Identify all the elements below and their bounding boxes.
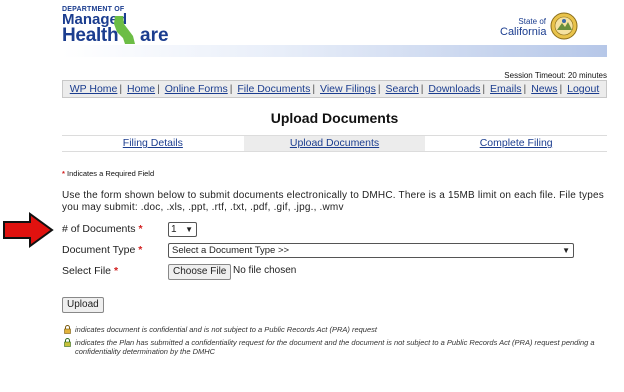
nav-search[interactable]: Search: [385, 83, 418, 95]
arrow-right-icon: [3, 212, 54, 248]
document-type-value: Select a Document Type >>: [172, 245, 290, 256]
legend-pending-text: indicates the Plan has submitted a confi…: [75, 338, 595, 356]
nav-downloads[interactable]: Downloads: [428, 83, 480, 95]
required-field-note: * Indicates a Required Field: [62, 169, 154, 178]
lock-gold-icon: [64, 325, 71, 334]
logo-are-text: are: [140, 25, 169, 46]
top-nav: WP Home | Home | Online Forms | File Docume…: [62, 80, 607, 98]
chevron-down-icon: ▼: [562, 246, 570, 255]
california-text: California: [500, 26, 547, 38]
num-documents-label-row: # of Documents *: [62, 223, 143, 235]
select-file-label-row: Select File *: [62, 265, 118, 277]
choose-file-button[interactable]: Choose File: [168, 264, 232, 280]
required-star: *: [113, 265, 119, 277]
nav-view-filings[interactable]: View Filings: [320, 83, 376, 95]
nav-emails[interactable]: Emails: [490, 83, 522, 95]
select-file-label: Select File: [62, 265, 112, 277]
state-of-text: State of: [518, 17, 546, 26]
header-gradient-bar: [62, 45, 607, 57]
step-tabs: Filing Details Upload Documents Complete…: [62, 135, 607, 152]
document-type-label: Document Type: [62, 244, 136, 256]
num-documents-value: 1: [171, 224, 177, 235]
logo-health-text: Health: [62, 25, 119, 46]
state-seal-icon: [550, 12, 578, 40]
tab-filing-details-link[interactable]: Filing Details: [123, 137, 183, 149]
session-timeout: Session Timeout: 20 minutes: [504, 71, 607, 80]
lock-green-icon: [64, 338, 71, 347]
logo-c-map-icon: [114, 16, 135, 44]
nav-logout[interactable]: Logout: [567, 83, 599, 95]
page-title: Upload Documents: [270, 110, 399, 126]
tab-upload-documents: Upload Documents: [243, 136, 426, 151]
tab-upload-documents-link[interactable]: Upload Documents: [290, 137, 379, 149]
tab-filing-details: Filing Details: [62, 136, 244, 151]
nav-news[interactable]: News: [531, 83, 557, 95]
document-type-label-row: Document Type *: [62, 244, 142, 256]
num-documents-label: # of Documents: [62, 223, 136, 235]
required-star: *: [138, 244, 143, 256]
nav-file-documents[interactable]: File Documents: [237, 83, 310, 95]
required-star: *: [62, 169, 65, 178]
required-star: *: [138, 223, 143, 235]
nav-home[interactable]: Home: [127, 83, 155, 95]
tab-complete-filing-link[interactable]: Complete Filing: [480, 137, 553, 149]
required-note-text: Indicates a Required Field: [67, 169, 155, 178]
nav-wp-home[interactable]: WP Home: [70, 83, 118, 95]
document-type-select[interactable]: Select a Document Type >> ▼: [168, 243, 574, 258]
instructions-text: Use the form shown below to submit docum…: [62, 190, 604, 213]
file-status-text: No file chosen: [233, 265, 297, 276]
chevron-down-icon: ▼: [185, 225, 193, 234]
nav-online-forms[interactable]: Online Forms: [165, 83, 228, 95]
upload-button[interactable]: Upload: [62, 297, 104, 313]
legend-confidential-text: indicates document is confidential and i…: [75, 325, 377, 334]
tab-complete-filing: Complete Filing: [425, 136, 607, 151]
num-documents-select[interactable]: 1 ▼: [168, 222, 197, 237]
